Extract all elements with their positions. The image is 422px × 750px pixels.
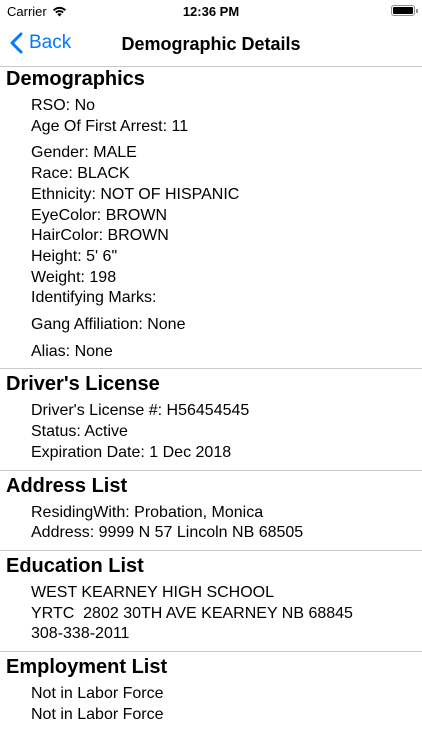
license-status-value: Status: Active (31, 423, 128, 441)
ethnicity-value: Ethnicity: NOT OF HISPANIC (31, 185, 240, 203)
address-list-header: Address List (6, 474, 128, 497)
demographics-section: Demographics RSO: No Age Of First Arrest… (0, 67, 422, 370)
status-bar: Carrier 12:36 PM (0, 0, 422, 22)
school-phone-value: 308-338-2011 (31, 625, 130, 643)
license-number-value: Driver's License #: H56454545 (31, 402, 250, 420)
school-address-value: YRTC 2802 30TH AVE KEARNEY NB 68845 (31, 604, 353, 622)
drivers-license-header: Driver's License (6, 373, 160, 396)
page-title: Demographic Details (121, 34, 301, 54)
gender-value: Gender: MALE (31, 144, 137, 162)
gang-group: Gang Affiliation: None (0, 315, 422, 336)
status-time: 12:36 PM (182, 4, 240, 19)
address-list-section: Address List ResidingWith: Probation, Mo… (0, 471, 422, 551)
rso-value: RSO: No (31, 97, 96, 114)
weight-value: Weight: 198 (31, 268, 117, 286)
gang-affiliation-value: Gang Affiliation: None (31, 316, 186, 334)
education-list-header: Education List (6, 554, 144, 577)
race-value: Race: BLACK (31, 165, 130, 183)
employment-group: Not in Labor Force Not in Labor Force (0, 684, 422, 725)
employment-list-header: Employment List (6, 656, 168, 679)
eye-color-value: EyeColor: BROWN (31, 206, 168, 224)
height-value: Height: 5' 6" (31, 247, 118, 265)
alias-value: Alias: None (31, 342, 113, 360)
arrest-info-group: RSO: No Age Of First Arrest: 11 (0, 96, 422, 137)
education-group: WEST KEARNEY HIGH SCHOOL YRTC 2802 30TH … (0, 583, 422, 645)
drivers-license-section: Driver's License Driver's License #: H56… (0, 369, 422, 471)
employment-list-section: Employment List Not in Labor Force Not i… (0, 652, 422, 731)
drivers-license-group: Driver's License #: H56454545 Status: Ac… (0, 401, 422, 463)
school-name-value: WEST KEARNEY HIGH SCHOOL (31, 583, 275, 601)
address-value: Address: 9999 N 57 Lincoln NB 68505 (31, 524, 304, 542)
demographics-header: Demographics (6, 68, 145, 90)
education-list-section: Education List WEST KEARNEY HIGH SCHOOL … (0, 551, 422, 653)
hair-color-value: HairColor: BROWN (31, 227, 169, 245)
navigation-bar: Back Demographic Details (0, 22, 422, 67)
residing-with-value: ResidingWith: Probation, Monica (31, 503, 264, 521)
identifying-marks-value: Identifying Marks: (31, 289, 157, 307)
address-group: ResidingWith: Probation, Monica Address:… (0, 503, 422, 544)
age-first-arrest-value: Age Of First Arrest: 11 (31, 117, 189, 135)
license-expiration-value: Expiration Date: 1 Dec 2018 (31, 443, 232, 461)
list-item: Not in Labor Force (31, 685, 164, 703)
battery-icon (391, 5, 418, 16)
physical-description-group: Gender: MALE Race: BLACK Ethnicity: NOT … (0, 143, 422, 309)
list-item: Not in Labor Force (31, 705, 164, 723)
details-list[interactable]: Demographics RSO: No Age Of First Arrest… (0, 67, 422, 750)
alias-group: Alias: None (0, 342, 422, 363)
